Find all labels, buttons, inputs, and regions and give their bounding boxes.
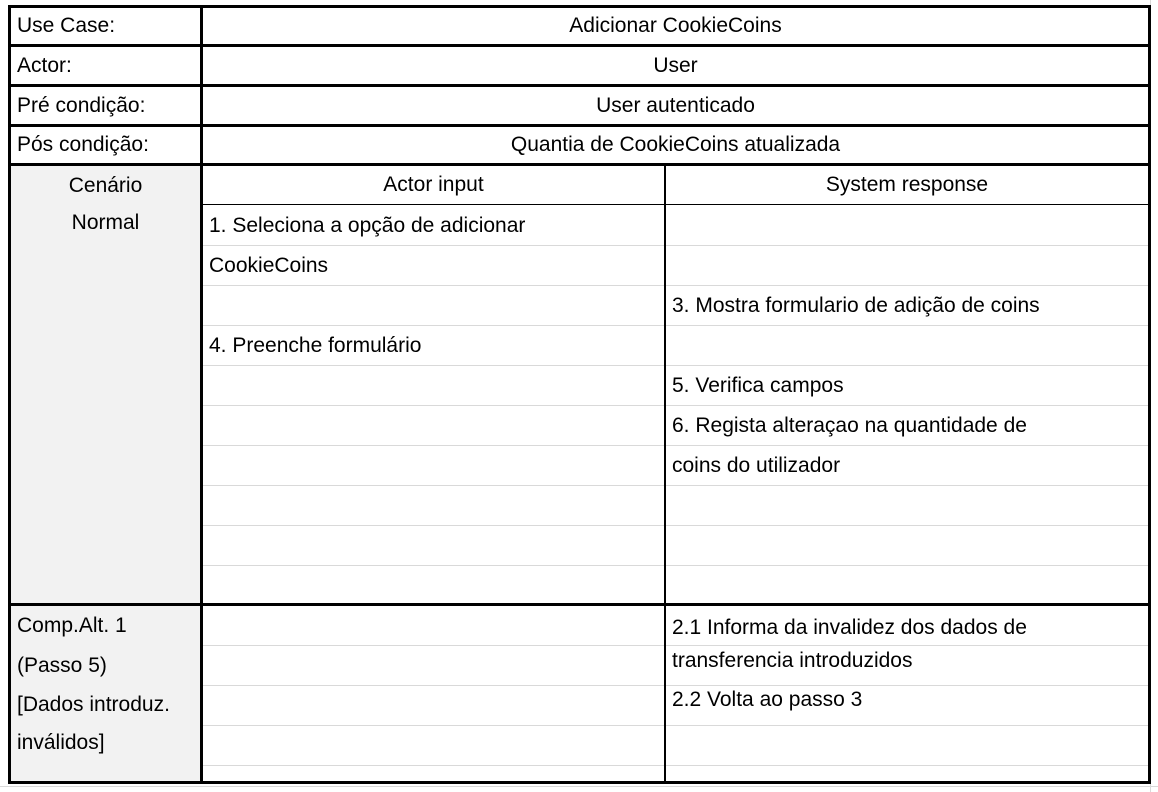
use-case-sheet: Use Case: Adicionar CookieCoins Actor: U… — [0, 0, 1158, 792]
use-case-value: Adicionar CookieCoins — [569, 14, 782, 37]
system-response-header: System response — [825, 173, 989, 196]
alt-scenario-label: Comp.Alt. 1 — [17, 614, 127, 637]
system-step: 3. Mostra formulario de adição de coins — [672, 294, 1040, 317]
actor-step: 4. Preenche formulário — [209, 334, 422, 357]
gridline — [201, 725, 1149, 726]
gridline — [0, 786, 1158, 787]
gridline — [201, 525, 1149, 526]
actor-value: User — [653, 54, 698, 77]
alt-scenario-label: [Dados introduz. — [17, 693, 170, 716]
border — [1148, 5, 1151, 784]
normal-scenario-label: Cenário — [68, 174, 143, 197]
normal-scenario-label: Normal — [71, 211, 140, 234]
border — [8, 781, 1151, 784]
actor-input-header: Actor input — [383, 173, 484, 196]
system-step: 5. Verifica campos — [672, 374, 844, 397]
alt-system-step: 2.2 Volta ao passo 3 — [672, 688, 863, 711]
alt-scenario-label: (Passo 5) — [17, 654, 107, 677]
actor-step: 1. Seleciona a opção de adicionar — [209, 214, 526, 237]
alt-system-step: transferencia introduzidos — [672, 649, 913, 672]
gridline — [201, 765, 1149, 766]
actor-label: Actor: — [17, 54, 72, 77]
precondition-label: Pré condição: — [17, 94, 146, 117]
system-step: 6. Regista alteraçao na quantidade de — [672, 414, 1027, 437]
gridline — [201, 565, 1149, 566]
precondition-value: User autenticado — [596, 94, 755, 117]
system-step: coins do utilizador — [672, 454, 841, 477]
postcondition-value: Quantia de CookieCoins atualizada — [510, 133, 841, 156]
use-case-label: Use Case: — [17, 14, 116, 37]
actor-step: CookieCoins — [209, 254, 329, 277]
alt-scenario-label: inválidos] — [17, 731, 105, 754]
postcondition-label: Pós condição: — [17, 133, 149, 156]
